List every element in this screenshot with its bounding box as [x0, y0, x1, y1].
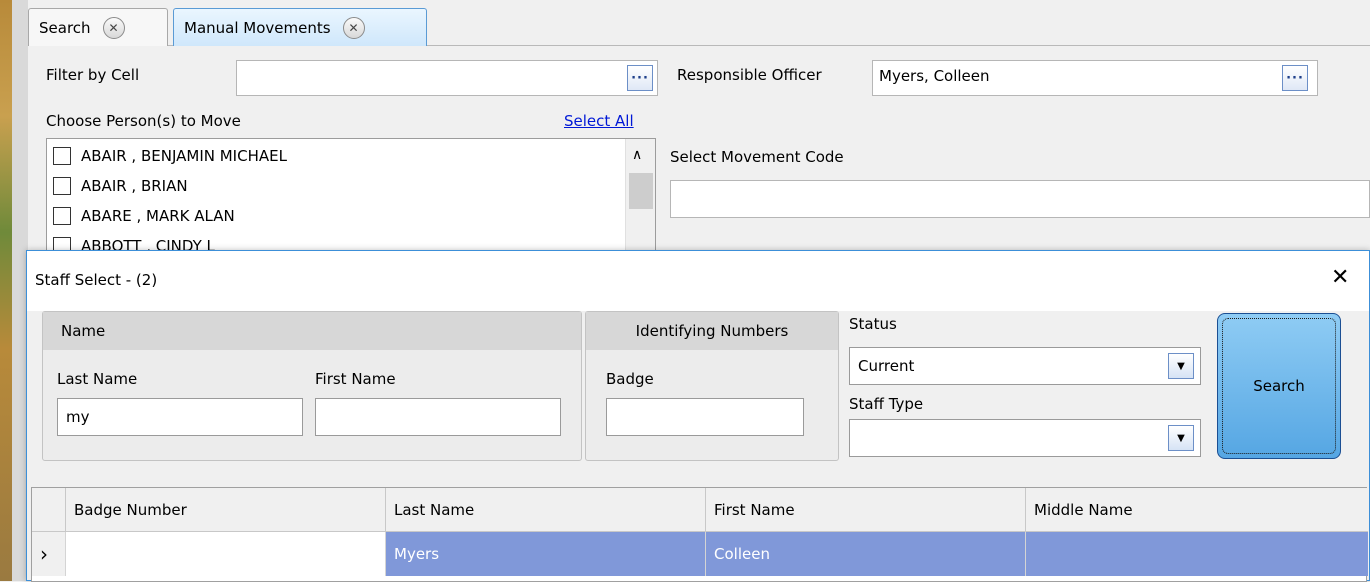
identifying-numbers-group: Identifying Numbers Badge: [585, 311, 839, 461]
close-icon[interactable]: ✕: [342, 16, 365, 39]
person-name: ABAIR , BENJAMIN MICHAEL: [81, 147, 287, 165]
search-button[interactable]: Search: [1217, 313, 1341, 459]
last-name-input[interactable]: my: [57, 398, 303, 436]
name-group: Name Last Name First Name my: [42, 311, 582, 461]
status-label: Status: [849, 315, 897, 333]
status-value: Current: [858, 357, 915, 375]
filter-by-cell-field[interactable]: [236, 60, 658, 96]
name-group-title: Name: [61, 322, 106, 340]
column-header-first-name[interactable]: First Name: [706, 488, 1026, 532]
dialog-close-icon[interactable]: ✕: [1331, 265, 1349, 290]
responsible-officer-value: Myers, Colleen: [879, 67, 990, 85]
identifying-numbers-title: Identifying Numbers: [635, 322, 789, 340]
last-name-value: my: [66, 408, 90, 426]
list-item[interactable]: ABAIR , BENJAMIN MICHAEL: [53, 141, 287, 171]
chevron-down-icon[interactable]: ▼: [1168, 425, 1194, 451]
first-name-input[interactable]: [315, 398, 561, 436]
scroll-up-icon[interactable]: ∧: [632, 147, 642, 163]
responsible-officer-label: Responsible Officer: [677, 66, 822, 84]
column-header-middle-name[interactable]: Middle Name: [1026, 488, 1368, 532]
checkbox[interactable]: [53, 177, 71, 195]
person-name: ABARE , MARK ALAN: [81, 207, 235, 225]
list-item[interactable]: ABARE , MARK ALAN: [53, 201, 235, 231]
staff-select-dialog: Staff Select - (2) ✕ Name Last Name Firs…: [26, 250, 1370, 582]
table-cell-badge[interactable]: [66, 532, 386, 576]
badge-label: Badge: [606, 370, 654, 388]
staff-type-label: Staff Type: [849, 395, 924, 413]
movement-code-label: Select Movement Code: [670, 148, 844, 166]
identifying-numbers-header: Identifying Numbers: [586, 312, 838, 350]
column-header-last-name[interactable]: Last Name: [386, 488, 706, 532]
close-icon[interactable]: ✕: [102, 16, 125, 39]
scroll-thumb[interactable]: [629, 173, 653, 209]
staff-type-select[interactable]: ▼: [849, 419, 1201, 457]
last-name-label: Last Name: [57, 370, 138, 388]
dialog-titlebar[interactable]: [27, 251, 1369, 311]
staff-results-grid: Badge Number Last Name First Name Middle…: [31, 487, 1368, 582]
table-cell-middle-name[interactable]: [1026, 532, 1368, 576]
tab-search-label: Search: [39, 18, 91, 37]
status-select[interactable]: Current ▼: [849, 347, 1201, 385]
checkbox[interactable]: [53, 207, 71, 225]
checkbox[interactable]: [53, 147, 71, 165]
name-group-header: Name: [43, 312, 581, 350]
filter-browse-button[interactable]: ···: [627, 65, 653, 91]
list-item[interactable]: ABAIR , BRIAN: [53, 171, 188, 201]
table-cell-last-name[interactable]: Myers: [386, 532, 706, 576]
officer-browse-button[interactable]: ···: [1282, 65, 1308, 91]
select-all-link[interactable]: Select All: [564, 112, 634, 130]
tab-manual-movements[interactable]: Manual Movements ✕: [173, 8, 427, 46]
badge-input[interactable]: [606, 398, 804, 436]
tab-search[interactable]: Search ✕: [28, 8, 168, 46]
search-button-label: Search: [1253, 377, 1305, 395]
choose-persons-label: Choose Person(s) to Move: [46, 112, 241, 130]
left-edge-strip: [0, 0, 12, 581]
column-header-badge-number[interactable]: Badge Number: [66, 488, 386, 532]
movement-code-field[interactable]: [670, 180, 1370, 218]
tab-manual-movements-label: Manual Movements: [184, 18, 331, 37]
responsible-officer-field[interactable]: Myers, Colleen: [872, 60, 1318, 96]
first-name-label: First Name: [315, 370, 396, 388]
filter-by-cell-label: Filter by Cell: [46, 66, 140, 84]
row-indicator-icon[interactable]: ›: [32, 532, 66, 576]
dialog-title: Staff Select - (2): [35, 271, 158, 289]
table-cell-first-name[interactable]: Colleen: [706, 532, 1026, 576]
chevron-down-icon[interactable]: ▼: [1168, 353, 1194, 379]
row-header-corner: [32, 488, 66, 532]
person-name: ABAIR , BRIAN: [81, 177, 188, 195]
